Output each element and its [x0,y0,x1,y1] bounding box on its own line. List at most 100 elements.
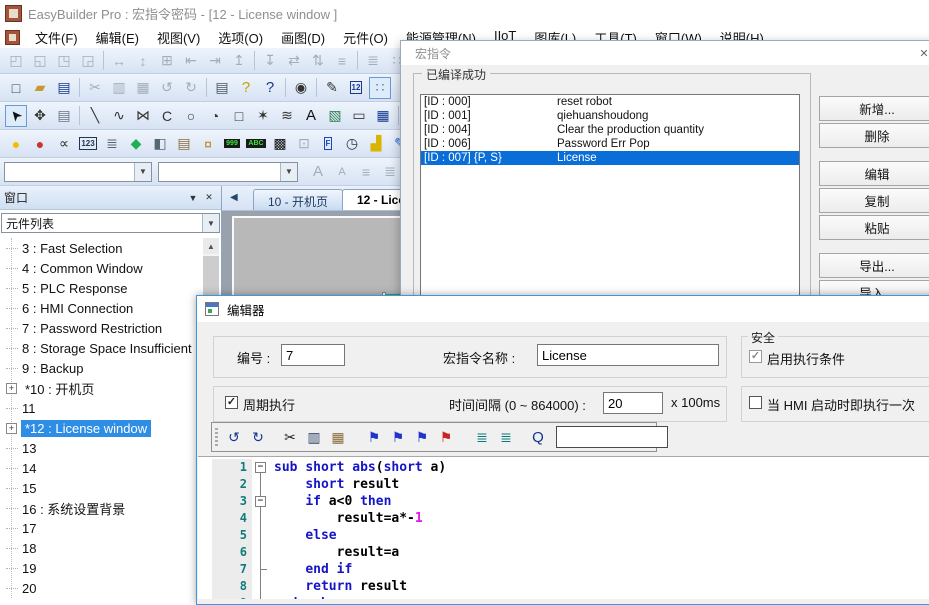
tab-window-10[interactable]: 10 - 开机页 [253,189,343,210]
tree-item[interactable]: 17 [0,518,222,538]
state-stack-icon[interactable]: ≣ [101,133,123,155]
fold-collapse-icon[interactable]: − [255,496,266,507]
pen-icon[interactable]: ✎ [321,77,343,99]
fold-margin[interactable] [252,561,270,578]
hand-pan-icon[interactable]: ✥ [29,105,51,127]
save-icon[interactable]: ▤ [53,77,75,99]
code-line[interactable]: 1−sub short abs(short a) [198,459,929,476]
polygon-icon[interactable]: ✶ [252,105,274,127]
frame-icon[interactable]: ▭ [348,105,370,127]
tree-item[interactable]: 3 : Fast Selection [0,238,222,258]
open-file-icon[interactable]: ▰ [29,77,51,99]
macro-button-复制[interactable]: 复制 [819,188,929,213]
code-line[interactable]: 7 end if [198,561,929,578]
polyline-icon[interactable]: ⋈ [132,105,154,127]
table-grid-icon[interactable]: ▦ [372,105,394,127]
close-icon[interactable]: ✕ [201,190,217,206]
find-icon[interactable]: Q [527,426,549,448]
object-library-icon[interactable]: ◆ [125,133,147,155]
fold-margin[interactable]: − [252,493,270,510]
bar-graph-icon[interactable]: ▟ [365,133,387,155]
line-icon[interactable]: ╲ [84,105,106,127]
function-key-icon[interactable]: F [317,133,339,155]
expand-icon[interactable]: + [6,383,17,394]
macro-list-row[interactable]: [ID : 004]Clear the production quantity [421,123,799,137]
macro-button-删除[interactable]: 删除 [819,123,929,148]
tree-item[interactable]: 20 [0,578,222,598]
help-icon[interactable]: ? [235,77,257,99]
element-list-combo[interactable]: 元件列表 ▼ [1,213,220,233]
macro-list-row[interactable]: [ID : 006]Password Err Pop [421,137,799,151]
panel-menu-icon[interactable]: ▼ [185,190,201,206]
code-line[interactable]: 5 else [198,527,929,544]
bookmark-next-icon[interactable]: ⚑ [387,426,409,448]
chevron-down-icon[interactable]: ▼ [134,163,151,181]
code-line[interactable]: 8 return result [198,578,929,595]
run-on-start-checkbox[interactable] [749,396,762,409]
tree-item[interactable]: 18 [0,538,222,558]
tab-nav-left-icon[interactable]: ◀ [230,192,238,203]
code-line[interactable]: 3− if a<0 then [198,493,929,510]
code-line[interactable]: 2 short result [198,476,929,493]
macro-name-field[interactable] [537,344,719,366]
cut-icon[interactable]: ✂ [279,426,301,448]
fold-margin[interactable] [252,578,270,595]
rectangle-icon[interactable]: □ [228,105,250,127]
new-file-icon[interactable]: □ [5,77,27,99]
print-icon[interactable]: ▤ [211,77,233,99]
find-icon[interactable]: ◉ [290,77,312,99]
toggle-switch-icon[interactable]: ∝ [53,133,75,155]
tree-item[interactable]: 5 : PLC Response [0,278,222,298]
copy-icon[interactable]: ▥ [303,426,325,448]
bookmark-prev-icon[interactable]: ⚑ [411,426,433,448]
scrollbar-thumb[interactable] [203,256,219,296]
close-icon[interactable]: ✕ [911,44,929,62]
tree-item[interactable]: 15 [0,478,222,498]
ascii-display-icon[interactable]: ABC [245,133,267,155]
timer-icon[interactable]: ◷ [341,133,363,155]
outdent-icon[interactable]: ≣ [495,426,517,448]
macro-id-field[interactable] [281,344,345,366]
touch-trigger-icon[interactable]: ◧ [149,133,171,155]
interval-field[interactable] [603,392,663,414]
macro-button-粘贴[interactable]: 粘贴 [819,215,929,240]
redo-icon[interactable]: ↻ [247,426,269,448]
tree-item[interactable]: 14 [0,458,222,478]
menu-item[interactable]: 画图(D) [272,26,334,49]
context-help-icon[interactable]: ? [259,77,281,99]
freehand-icon[interactable]: ∿ [108,105,130,127]
undo-icon[interactable]: ↺ [223,426,245,448]
bookmark-clear-icon[interactable]: ⚑ [435,426,457,448]
qr-code-icon[interactable]: ▩ [269,133,291,155]
fold-margin[interactable] [252,544,270,561]
tree-item[interactable]: 13 [0,438,222,458]
fold-margin[interactable] [252,527,270,544]
tree-item[interactable]: +*12 : License window [0,418,222,438]
tree-item[interactable]: 6 : HMI Connection [0,298,222,318]
picture-icon[interactable]: ▧ [324,105,346,127]
macro-list-row[interactable]: [ID : 000]reset robot [421,95,799,109]
data-note-icon[interactable]: ▤ [173,133,195,155]
ellipse-icon[interactable]: ○ [180,105,202,127]
select-cursor-icon[interactable]: ➤ [5,105,27,127]
code-line[interactable]: 4 result=a*-1 [198,510,929,527]
font-combo[interactable]: ▼ [4,162,152,182]
tree-item[interactable]: 16 : 系统设置背景 [0,498,222,518]
menu-item[interactable]: 文件(F) [26,26,87,49]
menu-item[interactable]: 元件(O) [334,26,397,49]
exec-condition-checkbox[interactable]: ✓ [749,350,762,363]
tree-item[interactable]: 11 [0,398,222,418]
seven-seg-display-icon[interactable]: 999 [221,133,243,155]
menu-item[interactable]: 视图(V) [148,26,209,49]
fold-margin[interactable] [252,595,270,599]
grid-icon[interactable]: ∷ [369,77,391,99]
text-icon[interactable]: A [300,105,322,127]
macro-button-编辑[interactable]: 编辑 [819,161,929,186]
indent-icon[interactable]: ≣ [471,426,493,448]
periodic-checkbox[interactable]: ✓ [225,396,238,409]
tree-item[interactable]: 19 [0,558,222,578]
macro-list-row[interactable]: [ID : 007] {P, S}License [421,151,799,165]
chevron-down-icon[interactable]: ▼ [280,163,297,181]
bookmark-toggle-icon[interactable]: ⚑ [363,426,385,448]
numeric-object-icon[interactable]: 123 [77,133,99,155]
